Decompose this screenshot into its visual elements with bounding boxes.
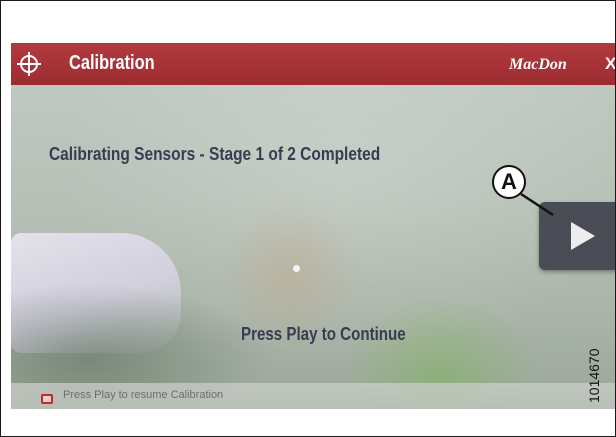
brand-logo: MacDon [509, 56, 567, 73]
continue-prompt: Press Play to Continue [241, 324, 406, 344]
close-button[interactable]: X [605, 54, 615, 74]
alert-icon [41, 394, 53, 404]
crosshair-icon[interactable] [17, 52, 41, 76]
play-icon [571, 222, 595, 250]
play-button[interactable] [539, 202, 615, 270]
screen-photo: Calibration MacDon X Calibrating Sensors… [11, 43, 615, 409]
status-bar: Press Play to resume Calibration [11, 383, 615, 409]
title-bar: Calibration MacDon X [11, 43, 615, 85]
figure-frame: Calibration MacDon X Calibrating Sensors… [0, 0, 616, 437]
window-title: Calibration [69, 52, 155, 74]
calibration-status: Calibrating Sensors - Stage 1 of 2 Compl… [49, 144, 381, 164]
figure-number: 1014670 [586, 348, 602, 403]
status-message: Press Play to resume Calibration [63, 389, 224, 401]
screen-dot [293, 265, 300, 272]
callout-label: A [501, 169, 517, 194]
callout-marker: A [492, 165, 526, 199]
